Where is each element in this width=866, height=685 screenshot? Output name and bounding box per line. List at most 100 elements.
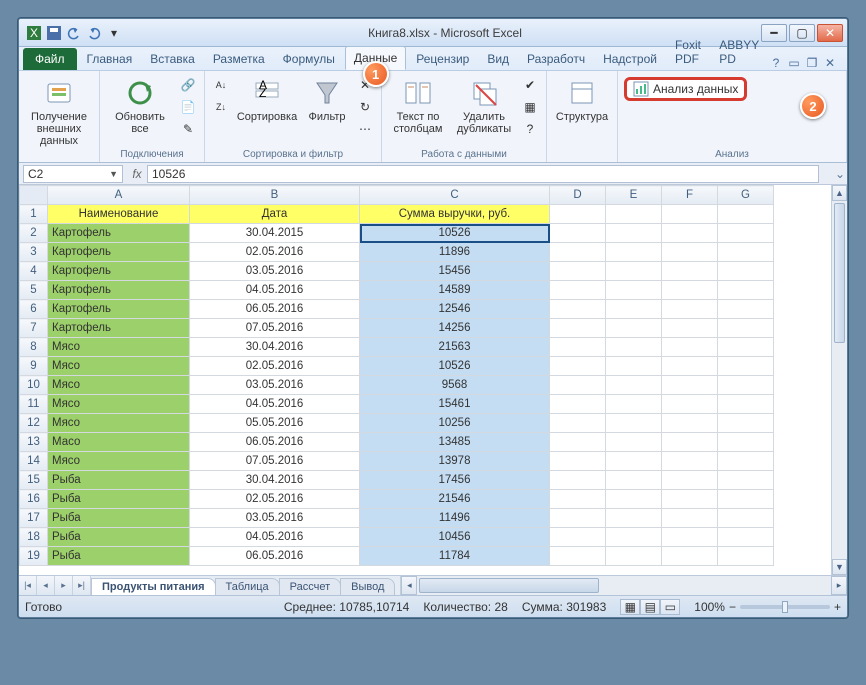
data-analysis-button[interactable]: Анализ данных (624, 77, 747, 101)
cell[interactable] (606, 433, 662, 452)
outline-button[interactable]: Структура (553, 75, 611, 123)
formula-input[interactable]: 10526 (147, 165, 819, 183)
cell[interactable] (606, 414, 662, 433)
cell[interactable]: Картофель (48, 243, 190, 262)
cell[interactable] (550, 452, 606, 471)
edit-links-icon[interactable]: ✎ (178, 119, 198, 139)
cell[interactable] (718, 338, 774, 357)
cell[interactable] (662, 243, 718, 262)
cell[interactable]: Мясо (48, 395, 190, 414)
cell[interactable]: Дата (190, 205, 360, 224)
cell[interactable] (718, 433, 774, 452)
cell[interactable] (550, 395, 606, 414)
cell[interactable]: 21546 (360, 490, 550, 509)
data-validation-icon[interactable]: ✔ (520, 75, 540, 95)
cell[interactable]: 04.05.2016 (190, 528, 360, 547)
cell[interactable] (662, 376, 718, 395)
tab-addins[interactable]: Надстрой (595, 48, 665, 70)
cell[interactable] (606, 205, 662, 224)
cell[interactable]: Мясо (48, 414, 190, 433)
cell[interactable]: Картофель (48, 281, 190, 300)
cell[interactable]: 03.05.2016 (190, 509, 360, 528)
cell[interactable]: 30.04.2016 (190, 338, 360, 357)
consolidate-icon[interactable]: ▦ (520, 97, 540, 117)
cell[interactable]: Картофель (48, 224, 190, 243)
cell[interactable]: 21563 (360, 338, 550, 357)
col-header-B[interactable]: B (190, 186, 360, 205)
tab-review[interactable]: Рецензир (408, 48, 477, 70)
horizontal-scrollbar[interactable]: ◂ ▸ (400, 576, 847, 595)
cell[interactable]: 03.05.2016 (190, 262, 360, 281)
cell[interactable]: 11784 (360, 547, 550, 566)
cell[interactable]: 9568 (360, 376, 550, 395)
cell[interactable]: Картофель (48, 300, 190, 319)
cell[interactable]: 05.05.2016 (190, 414, 360, 433)
cell[interactable]: 04.05.2016 (190, 395, 360, 414)
cell[interactable] (718, 281, 774, 300)
cell[interactable] (550, 319, 606, 338)
cell[interactable] (606, 509, 662, 528)
tab-formulas[interactable]: Формулы (275, 48, 343, 70)
cell[interactable] (550, 509, 606, 528)
cell[interactable]: 14256 (360, 319, 550, 338)
cell[interactable]: 13485 (360, 433, 550, 452)
tab-home[interactable]: Главная (79, 48, 141, 70)
cell[interactable]: Рыба (48, 490, 190, 509)
cell[interactable] (606, 281, 662, 300)
normal-view-icon[interactable]: ▦ (620, 599, 640, 615)
filter-button[interactable]: Фильтр (303, 75, 351, 123)
row-header[interactable]: 1 (20, 205, 48, 224)
row-header[interactable]: 14 (20, 452, 48, 471)
excel-icon[interactable]: X (25, 24, 43, 42)
cell[interactable] (662, 262, 718, 281)
what-if-icon[interactable]: ? (520, 119, 540, 139)
cell[interactable] (606, 300, 662, 319)
scroll-right-icon[interactable]: ▸ (831, 576, 847, 595)
cell[interactable]: 04.05.2016 (190, 281, 360, 300)
row-header[interactable]: 16 (20, 490, 48, 509)
tab-developer[interactable]: Разработч (519, 48, 593, 70)
row-header[interactable]: 6 (20, 300, 48, 319)
help-icon[interactable]: ? (769, 56, 783, 70)
cell[interactable] (550, 414, 606, 433)
cell[interactable] (718, 395, 774, 414)
row-header[interactable]: 17 (20, 509, 48, 528)
get-external-data-button[interactable]: Получение внешних данных (25, 75, 93, 147)
cell[interactable] (662, 224, 718, 243)
undo-icon[interactable] (65, 24, 83, 42)
sheet-prev-icon[interactable]: ◂ (37, 576, 55, 595)
cell[interactable] (550, 376, 606, 395)
cell[interactable] (718, 300, 774, 319)
cell[interactable] (550, 300, 606, 319)
close-button[interactable]: ✕ (817, 24, 843, 42)
zoom-slider[interactable] (740, 605, 830, 609)
sheet-last-icon[interactable]: ▸| (73, 576, 91, 595)
cell[interactable] (606, 471, 662, 490)
tab-abbyy[interactable]: ABBYY PD (711, 34, 767, 70)
select-all-corner[interactable] (20, 186, 48, 205)
remove-duplicates-button[interactable]: Удалить дубликаты (452, 75, 516, 135)
cell[interactable] (606, 395, 662, 414)
cell[interactable] (662, 471, 718, 490)
name-box[interactable]: C2 ▼ (23, 165, 123, 183)
maximize-button[interactable]: ▢ (789, 24, 815, 42)
cell[interactable] (550, 262, 606, 281)
cell[interactable]: 10526 (360, 357, 550, 376)
cell[interactable] (718, 547, 774, 566)
sheet-tab[interactable]: Рассчет (279, 578, 342, 595)
zoom-handle[interactable] (782, 601, 788, 613)
cell[interactable] (550, 224, 606, 243)
col-header-E[interactable]: E (606, 186, 662, 205)
cell[interactable] (606, 528, 662, 547)
row-header[interactable]: 13 (20, 433, 48, 452)
row-header[interactable]: 9 (20, 357, 48, 376)
cell[interactable] (718, 528, 774, 547)
row-header[interactable]: 12 (20, 414, 48, 433)
cell[interactable] (606, 452, 662, 471)
cell[interactable] (550, 357, 606, 376)
cell[interactable] (550, 281, 606, 300)
cell[interactable]: Сумма выручки, руб. (360, 205, 550, 224)
cell[interactable] (718, 490, 774, 509)
close-workbook-icon[interactable]: ✕ (823, 56, 837, 70)
sheet-next-icon[interactable]: ▸ (55, 576, 73, 595)
